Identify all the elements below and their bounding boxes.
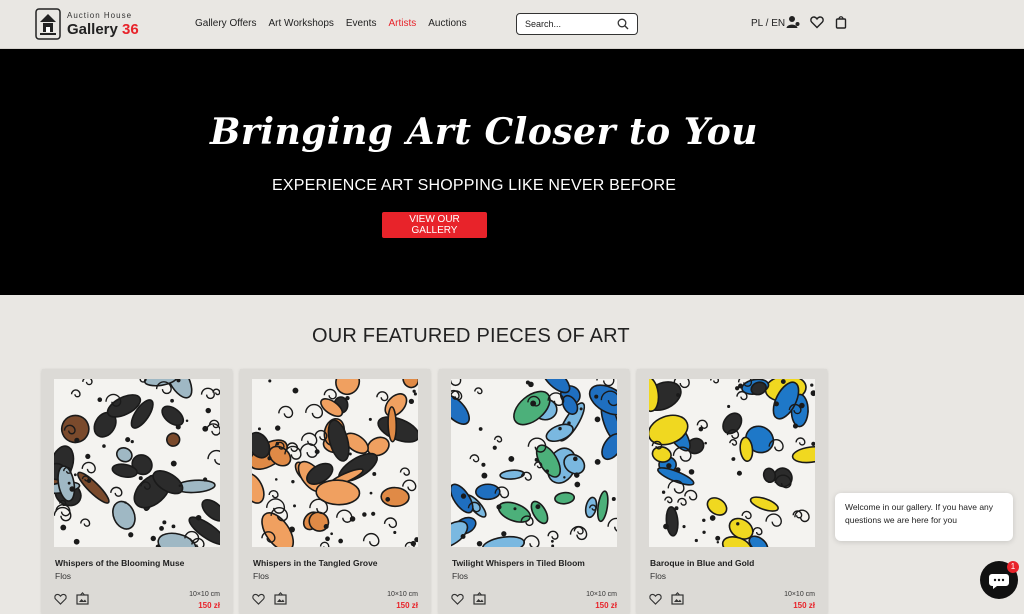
hero-title: Bringing Art Closer to You	[210, 111, 758, 153]
product-card[interactable]: Twilight Whispers in Tiled Bloom Flos 10…	[439, 369, 629, 614]
view-in-room-icon[interactable]	[473, 592, 486, 605]
product-price: 150 zł	[793, 601, 815, 610]
product-card[interactable]: Whispers of the Blooming Muse Flos 10×10…	[42, 369, 232, 614]
chat-welcome-message: Welcome in our gallery. If you have any …	[835, 493, 1013, 541]
wishlist-icon[interactable]	[451, 593, 464, 605]
bag-icon[interactable]	[834, 15, 848, 29]
nav-artists[interactable]: Artists	[388, 18, 416, 29]
artwork-image[interactable]	[54, 379, 220, 547]
search-input[interactable]	[523, 18, 617, 30]
product-card[interactable]: Whispers in the Tangled Grove Flos 10×10…	[240, 369, 430, 614]
artwork-image[interactable]	[649, 379, 815, 547]
product-price: 150 zł	[396, 601, 418, 610]
logo[interactable]: Auction House Gallery 36	[35, 6, 155, 42]
product-price: 150 zł	[198, 601, 220, 610]
wishlist-icon[interactable]	[649, 593, 662, 605]
hero-subtitle: EXPERIENCE ART SHOPPING LIKE NEVER BEFOR…	[272, 177, 677, 194]
product-size: 10×10 cm	[586, 591, 617, 598]
product-title[interactable]: Whispers in the Tangled Grove	[253, 558, 378, 568]
logo-number: 36	[122, 20, 139, 38]
featured-title: OUR FEATURED PIECES OF ART	[312, 325, 630, 347]
product-artist: Flos	[253, 571, 270, 581]
product-artist: Flos	[452, 571, 469, 581]
hero-banner: Bringing Art Closer to You EXPERIENCE AR…	[0, 49, 1024, 295]
view-in-room-icon[interactable]	[76, 592, 89, 605]
product-title[interactable]: Baroque in Blue and Gold	[650, 558, 754, 568]
wishlist-icon[interactable]	[54, 593, 67, 605]
view-gallery-button[interactable]: VIEW OUR GALLERY	[382, 212, 487, 238]
logo-name: Gallery	[67, 20, 118, 38]
artwork-image[interactable]	[451, 379, 617, 547]
chat-notification-badge: 1	[1007, 561, 1019, 573]
search-icon[interactable]	[617, 18, 629, 30]
product-title[interactable]: Twilight Whispers in Tiled Bloom	[452, 558, 585, 568]
view-in-room-icon[interactable]	[274, 592, 287, 605]
heart-icon[interactable]	[810, 15, 824, 29]
product-size: 10×10 cm	[387, 591, 418, 598]
product-artist: Flos	[55, 571, 72, 581]
product-price: 150 zł	[595, 601, 617, 610]
user-icon[interactable]	[786, 15, 800, 29]
nav-events[interactable]: Events	[346, 18, 377, 29]
product-size: 10×10 cm	[189, 591, 220, 598]
search-box	[516, 13, 638, 35]
gallery-logo-icon	[35, 8, 61, 40]
artwork-image[interactable]	[252, 379, 418, 547]
main-nav: Gallery Offers Art Workshops Events Arti…	[195, 18, 467, 29]
nav-art-workshops[interactable]: Art Workshops	[269, 18, 334, 29]
language-switch[interactable]: PL / EN	[751, 18, 785, 29]
nav-gallery-offers[interactable]: Gallery Offers	[195, 18, 257, 29]
product-artist: Flos	[650, 571, 667, 581]
view-in-room-icon[interactable]	[671, 592, 684, 605]
product-size: 10×10 cm	[784, 591, 815, 598]
nav-auctions[interactable]: Auctions	[428, 18, 466, 29]
product-card[interactable]: Baroque in Blue and Gold Flos 10×10 cm 1…	[637, 369, 827, 614]
logo-tagline: Auction House	[67, 10, 133, 20]
site-header: Auction House Gallery 36 Gallery Offers …	[0, 0, 1024, 49]
product-title[interactable]: Whispers of the Blooming Muse	[55, 558, 184, 568]
wishlist-icon[interactable]	[252, 593, 265, 605]
